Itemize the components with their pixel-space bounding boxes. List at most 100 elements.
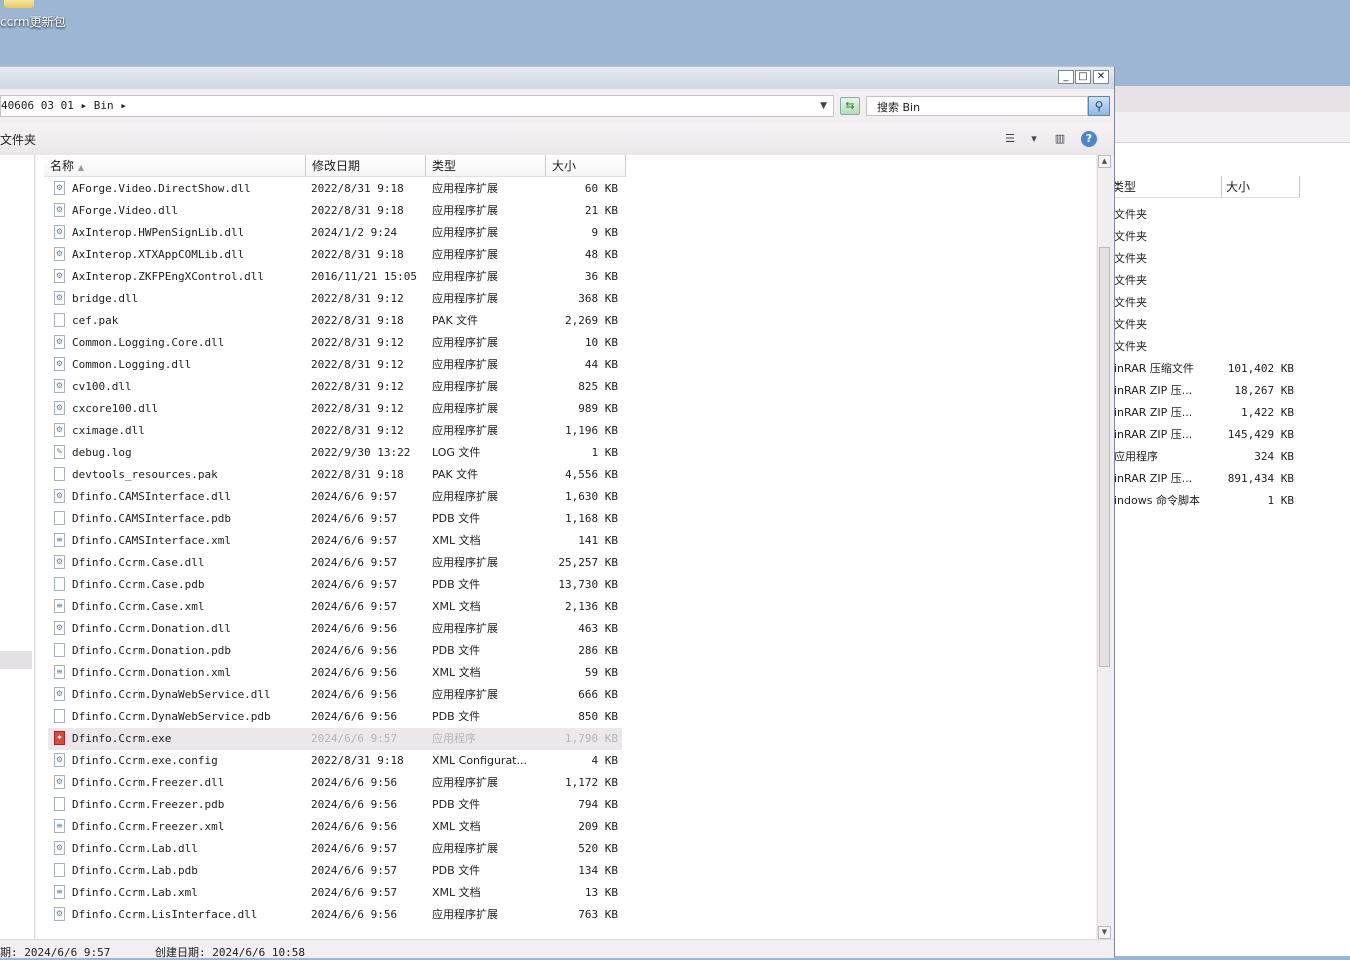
file-date: 2024/6/6 9:57 bbox=[311, 600, 398, 613]
file-row[interactable]: cef.pak 2022/8/31 9:18 PAK 文件 2,269 KB bbox=[48, 310, 622, 332]
file-row[interactable]: ≡ Dfinfo.Ccrm.Case.xml 2024/6/6 9:57 XML 文档… bbox=[48, 596, 622, 618]
file-name: Dfinfo.Ccrm.Case.dll bbox=[72, 556, 205, 569]
bg-column-size[interactable]: 大小 bbox=[1222, 176, 1300, 198]
file-row[interactable]: ⚙ AxInterop.XTXAppCOMLib.dll 2022/8/31 9:1… bbox=[48, 244, 622, 266]
file-row[interactable]: ⚙ Dfinfo.Ccrm.Donation.dll 2024/6/6 9:56 应用… bbox=[48, 618, 622, 640]
file-type: 应用程序扩展 bbox=[432, 380, 498, 393]
file-size: 4,556 KB bbox=[565, 468, 618, 481]
address-dropdown-icon[interactable]: ▼ bbox=[820, 101, 827, 111]
search-button[interactable]: ⚲ bbox=[1088, 96, 1110, 116]
new-folder-button[interactable]: 文件夹 bbox=[0, 131, 36, 148]
file-row[interactable]: ⚙ Dfinfo.CAMSInterface.dll 2024/6/6 9:57 应用… bbox=[48, 486, 622, 508]
bg-file-type: 文件夹 bbox=[1114, 252, 1147, 265]
view-dropdown-icon[interactable]: ▾ bbox=[1026, 131, 1042, 147]
navigation-pane[interactable] bbox=[0, 155, 35, 939]
minimize-button[interactable]: _ bbox=[1058, 70, 1074, 84]
file-row[interactable]: Dfinfo.Ccrm.DynaWebService.pdb 2024/6/6 9… bbox=[48, 706, 622, 728]
file-row[interactable]: devtools_resources.pak 2022/8/31 9:18 PAK … bbox=[48, 464, 622, 486]
bg-file-size: 1 KB bbox=[1267, 494, 1295, 507]
file-date: 2022/8/31 9:18 bbox=[311, 182, 404, 195]
file-row[interactable]: ⚙ Dfinfo.Ccrm.DynaWebService.dll 2024/6/6 … bbox=[48, 684, 622, 706]
column-header-type[interactable]: 类型 bbox=[426, 155, 546, 177]
column-header-size[interactable]: 大小 bbox=[546, 155, 626, 177]
background-address-bar bbox=[1100, 86, 1350, 112]
file-name: Dfinfo.Ccrm.Lab.xml bbox=[72, 886, 198, 899]
column-header-date[interactable]: 修改日期 bbox=[306, 155, 426, 177]
file-row[interactable]: ⚙ bridge.dll 2022/8/31 9:12 应用程序扩展 368 KB bbox=[48, 288, 622, 310]
breadcrumb[interactable]: 40606 03 01 ▸ Bin ▸ bbox=[1, 99, 127, 112]
file-type: 应用程序扩展 bbox=[432, 622, 498, 635]
desktop-folder-icon[interactable]: ccrm更新包 bbox=[0, 0, 70, 34]
file-row[interactable]: ⚙ cxcore100.dll 2022/8/31 9:12 应用程序扩展 989 KB bbox=[48, 398, 622, 420]
file-name: devtools_resources.pak bbox=[72, 468, 218, 481]
bg-file-type: 文件夹 bbox=[1114, 296, 1147, 309]
view-options-icon[interactable]: ☰ bbox=[1002, 131, 1018, 147]
file-size: 209 KB bbox=[578, 820, 618, 833]
bg-file-size: 145,429 KB bbox=[1227, 428, 1294, 441]
file-row[interactable]: ✎ debug.log 2022/9/30 13:22 LOG 文件 1 KB bbox=[48, 442, 622, 464]
file-row[interactable]: ⚙ Dfinfo.Ccrm.exe.config 2022/8/31 9:18 XML… bbox=[48, 750, 622, 772]
file-type: PDB 文件 bbox=[432, 644, 481, 657]
preview-pane-icon[interactable]: ▥ bbox=[1052, 131, 1068, 147]
dll-file-icon: ⚙ bbox=[54, 775, 65, 789]
file-name: Dfinfo.Ccrm.Freezer.dll bbox=[72, 776, 225, 789]
file-row[interactable]: ≡ Dfinfo.Ccrm.Donation.xml 2024/6/6 9:56 XM… bbox=[48, 662, 622, 684]
maximize-button[interactable]: □ bbox=[1075, 70, 1091, 84]
scroll-thumb[interactable] bbox=[1099, 247, 1110, 667]
file-row[interactable]: ⚙ AForge.Video.dll 2022/8/31 9:18 应用程序扩展 21 … bbox=[48, 200, 622, 222]
background-explorer-window[interactable]: 类型 大小 文件夹 文件夹 文件夹 文件夹 文件夹 文件夹 文件夹 inRAR 压缩文件 101… bbox=[1100, 86, 1350, 956]
explorer-window[interactable]: _ □ ✕ 40606 03 01 ▸ Bin ▸ ▼ ⇆ 搜索 Bin ⚲ 文… bbox=[0, 66, 1115, 959]
scroll-down-button[interactable]: ▼ bbox=[1098, 926, 1111, 939]
vertical-scrollbar[interactable]: ▲ ▼ bbox=[1097, 155, 1112, 939]
file-date: 2016/11/21 15:05 bbox=[311, 270, 417, 283]
file-type: PAK 文件 bbox=[432, 314, 479, 327]
column-header-name[interactable]: 名称 ▲ bbox=[44, 155, 306, 177]
file-row[interactable]: Dfinfo.Ccrm.Freezer.pdb 2024/6/6 9:56 PDB … bbox=[48, 794, 622, 816]
file-date: 2024/1/2 9:24 bbox=[311, 226, 398, 239]
bg-file-type: inRAR ZIP 压... bbox=[1114, 472, 1193, 485]
help-icon[interactable]: ? bbox=[1081, 131, 1097, 147]
close-button[interactable]: ✕ bbox=[1093, 70, 1109, 84]
file-row[interactable]: Dfinfo.Ccrm.Case.pdb 2024/6/6 9:57 PDB 文件 1… bbox=[48, 574, 622, 596]
bg-column-type[interactable]: 类型 bbox=[1108, 176, 1222, 198]
file-row[interactable]: Dfinfo.CAMSInterface.pdb 2024/6/6 9:57 PDB… bbox=[48, 508, 622, 530]
bg-file-size: 18,267 KB bbox=[1234, 384, 1294, 397]
bg-file-type: 文件夹 bbox=[1114, 340, 1147, 353]
file-row[interactable]: ⚙ Common.Logging.dll 2022/8/31 9:12 应用程序扩展 4… bbox=[48, 354, 622, 376]
file-row[interactable]: ≡ Dfinfo.CAMSInterface.xml 2024/6/6 9:57 XM… bbox=[48, 530, 622, 552]
file-row[interactable]: ≡ Dfinfo.Ccrm.Lab.xml 2024/6/6 9:57 XML 文档 1… bbox=[48, 882, 622, 904]
search-input[interactable]: 搜索 Bin bbox=[866, 96, 1088, 116]
file-row[interactable]: ✦ Dfinfo.Ccrm.exe 2024/6/6 9:57 应用程序 1,790 K… bbox=[48, 728, 622, 750]
file-row[interactable]: ≡ Dfinfo.Ccrm.Freezer.xml 2024/6/6 9:56 XML… bbox=[48, 816, 622, 838]
bg-file-type: 文件夹 bbox=[1114, 274, 1147, 287]
refresh-button[interactable]: ⇆ bbox=[840, 97, 860, 115]
file-row[interactable]: ⚙ AForge.Video.DirectShow.dll 2022/8/31 9:… bbox=[48, 178, 622, 200]
file-row[interactable]: ⚙ Dfinfo.Ccrm.Lab.dll 2024/6/6 9:57 应用程序扩展 5… bbox=[48, 838, 622, 860]
file-type: 应用程序扩展 bbox=[432, 292, 498, 305]
file-row[interactable]: ⚙ AxInterop.HWPenSignLib.dll 2024/1/2 9:24… bbox=[48, 222, 622, 244]
file-row[interactable]: ⚙ AxInterop.ZKFPEngXControl.dll 2016/11/21… bbox=[48, 266, 622, 288]
file-name: AForge.Video.dll bbox=[72, 204, 178, 217]
file-size: 48 KB bbox=[584, 248, 618, 261]
file-row[interactable]: Dfinfo.Ccrm.Donation.pdb 2024/6/6 9:56 PDB… bbox=[48, 640, 622, 662]
file-date: 2024/6/6 9:57 bbox=[311, 864, 398, 877]
file-name: cv100.dll bbox=[72, 380, 132, 393]
scroll-up-button[interactable]: ▲ bbox=[1098, 155, 1111, 168]
file-row[interactable]: ⚙ Common.Logging.Core.dll 2022/8/31 9:12 应用… bbox=[48, 332, 622, 354]
file-row[interactable]: ⚙ Dfinfo.Ccrm.LisInterface.dll 2024/6/6 9:… bbox=[48, 904, 622, 926]
title-bar[interactable]: _ □ ✕ bbox=[0, 67, 1114, 89]
address-bar[interactable]: 40606 03 01 ▸ Bin ▸ ▼ bbox=[0, 95, 834, 117]
file-row[interactable]: ⚙ Dfinfo.Ccrm.Case.dll 2024/6/6 9:57 应用程序扩展… bbox=[48, 552, 622, 574]
file-type: XML 文档 bbox=[432, 600, 481, 613]
file-row[interactable]: ⚙ cximage.dll 2022/8/31 9:12 应用程序扩展 1,196 KB bbox=[48, 420, 622, 442]
file-type: XML 文档 bbox=[432, 666, 481, 679]
file-list[interactable]: 名称 ▲ 修改日期 类型 大小 ⚙ AForge.Video.DirectShow… bbox=[36, 155, 1096, 939]
nav-selected-item[interactable] bbox=[0, 651, 32, 669]
file-row[interactable]: ⚙ cv100.dll 2022/8/31 9:12 应用程序扩展 825 KB bbox=[48, 376, 622, 398]
file-row[interactable]: ⚙ Dfinfo.Ccrm.Freezer.dll 2024/6/6 9:56 应用程… bbox=[48, 772, 622, 794]
file-size: 36 KB bbox=[584, 270, 618, 283]
file-date: 2024/6/6 9:56 bbox=[311, 644, 398, 657]
file-type: 应用程序扩展 bbox=[432, 402, 498, 415]
file-row[interactable]: Dfinfo.Ccrm.Lab.pdb 2024/6/6 9:57 PDB 文件 13… bbox=[48, 860, 622, 882]
dll-file-icon: ⚙ bbox=[54, 291, 65, 305]
